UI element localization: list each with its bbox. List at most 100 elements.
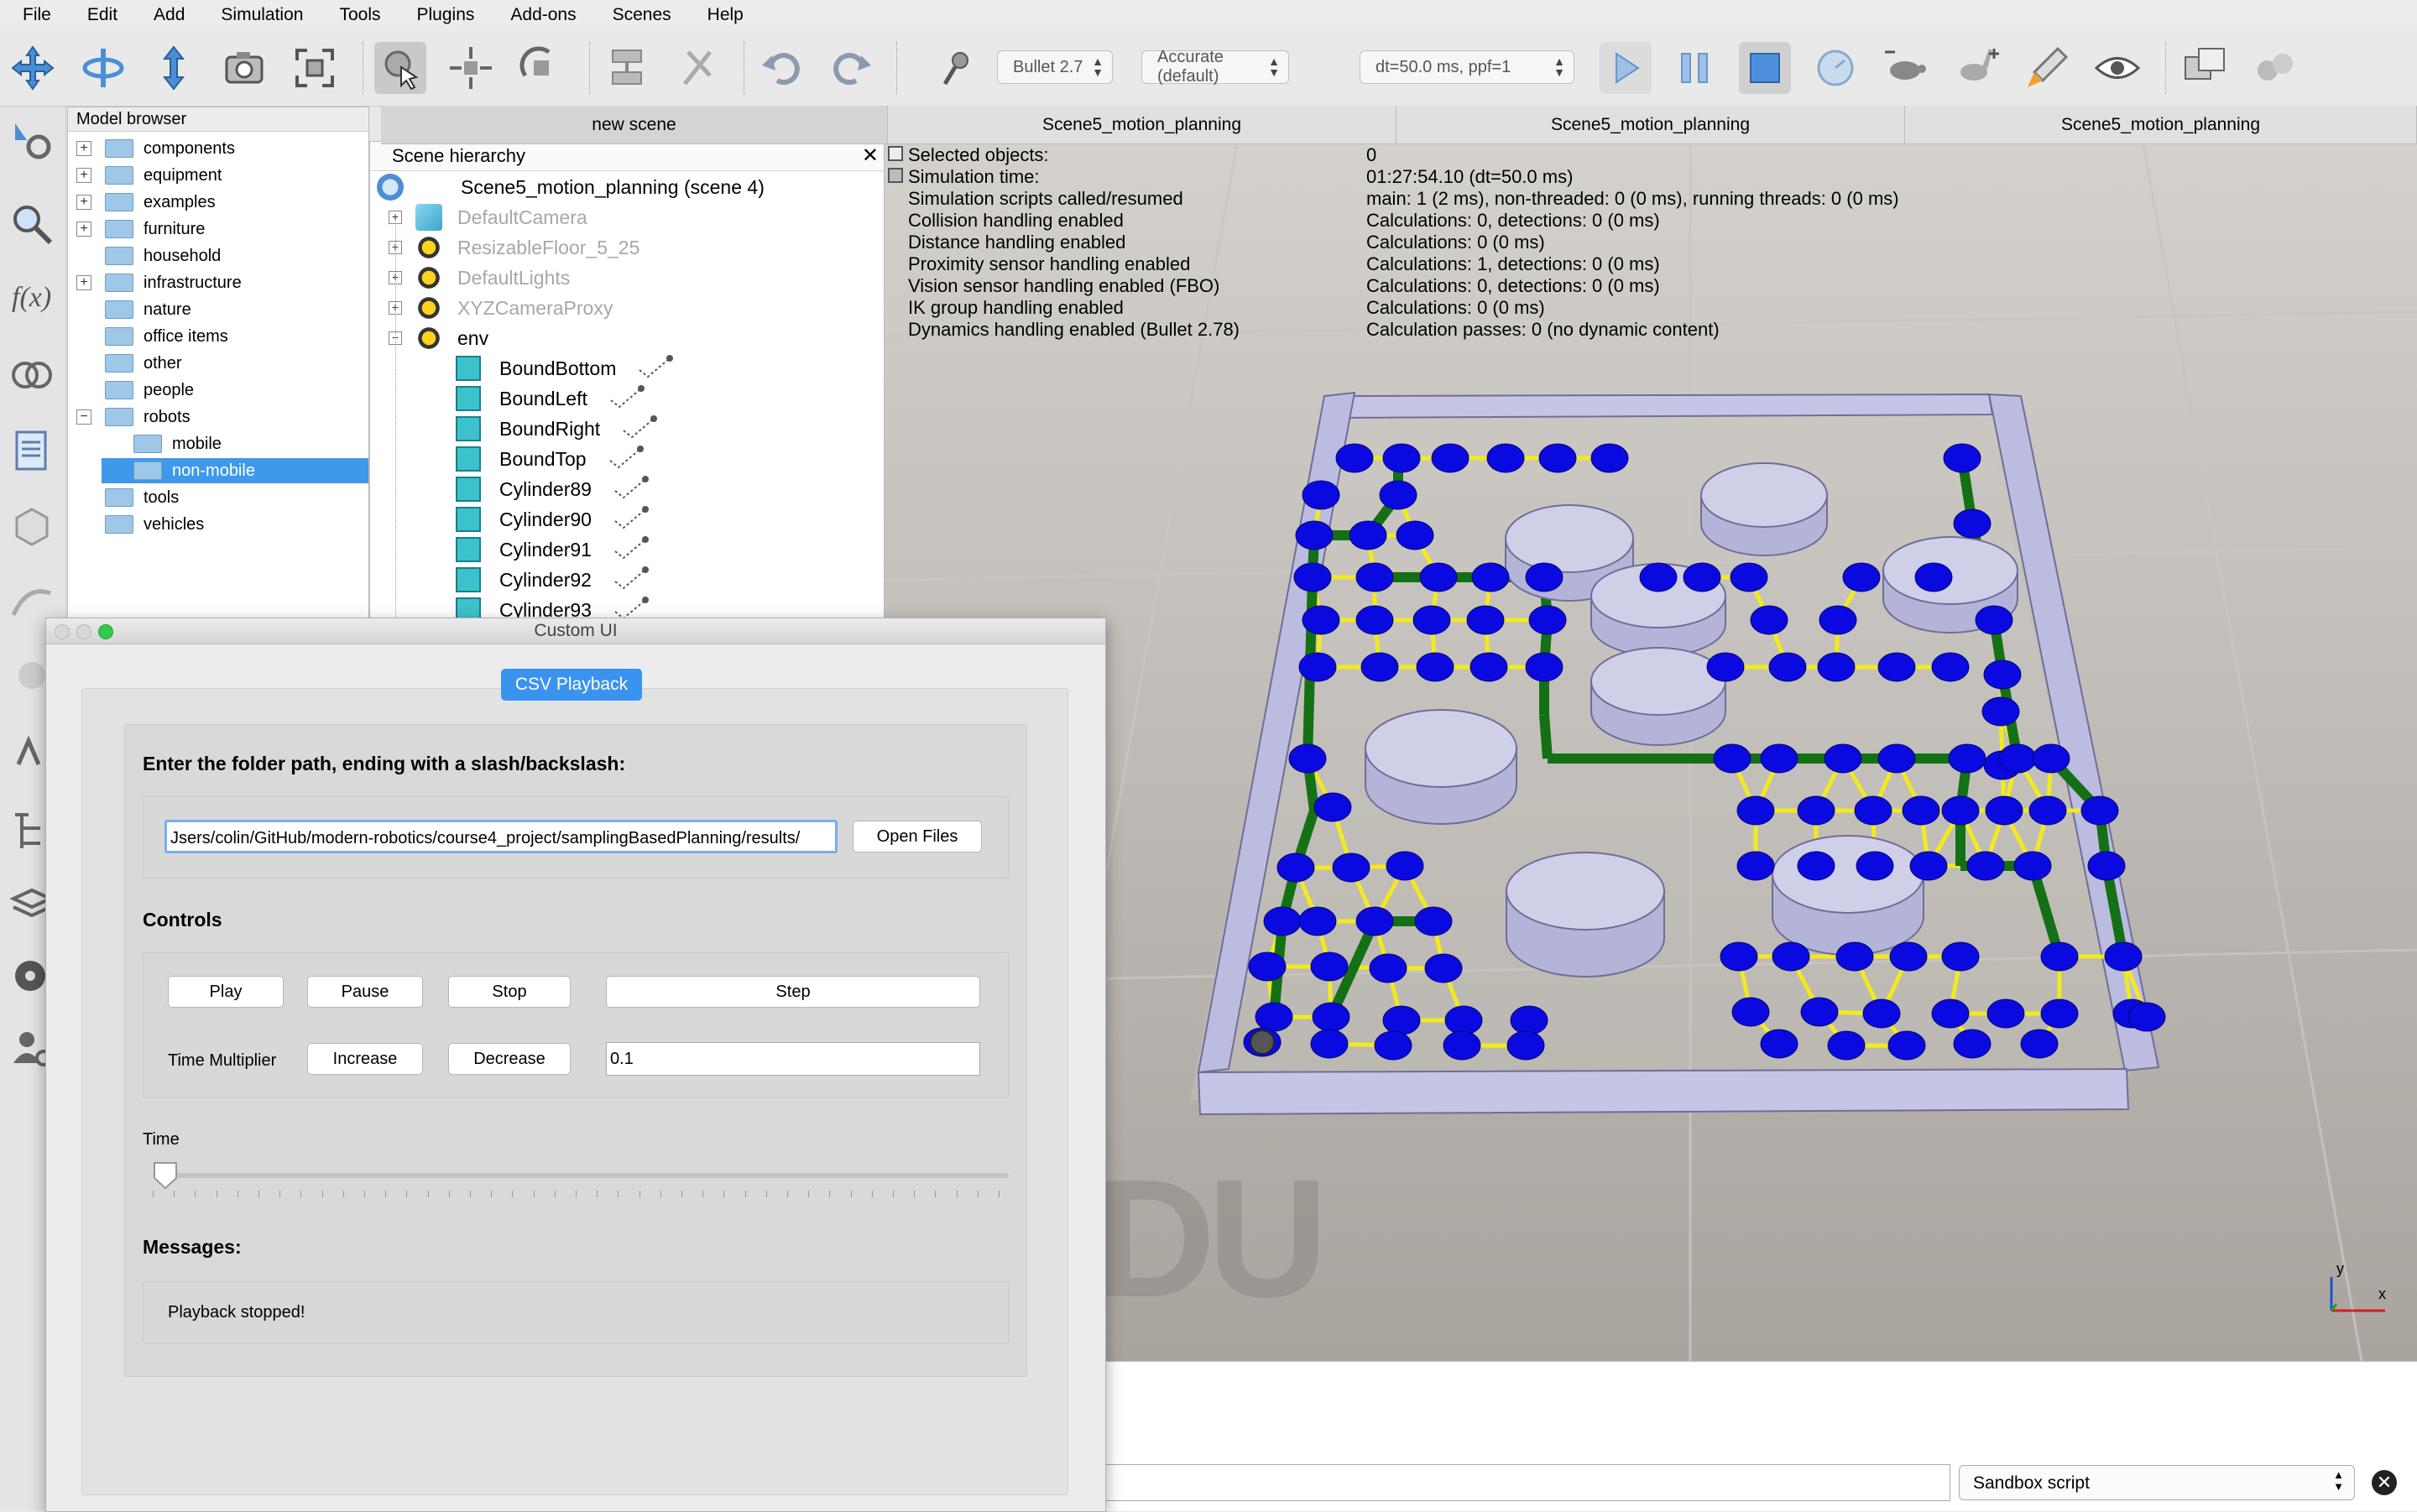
model-folder-nature[interactable]: nature — [76, 297, 368, 322]
pause-icon[interactable] — [1668, 42, 1720, 94]
minimize-window-icon[interactable] — [76, 624, 91, 639]
undo-icon[interactable] — [755, 42, 807, 94]
hierarchy-item[interactable]: BoundRight — [456, 414, 659, 444]
menu-item[interactable]: Edit — [87, 5, 117, 25]
hierarchy-item[interactable]: BoundTop — [456, 444, 645, 474]
hierarchy-item[interactable]: + XYZCameraProxy — [389, 293, 613, 323]
time-slider[interactable] — [153, 1162, 1009, 1190]
object-rotate-icon[interactable] — [515, 42, 567, 94]
page-selector-icon[interactable] — [2179, 42, 2231, 94]
expand-icon[interactable]: + — [76, 141, 91, 156]
hierarchy-item[interactable]: Cylinder90 — [456, 504, 650, 534]
scene-selector-icon[interactable] — [2249, 42, 2301, 94]
model-folder-household[interactable]: household — [76, 243, 368, 269]
simulation-settings-icon[interactable] — [7, 115, 57, 165]
hierarchy-item[interactable]: Cylinder89 — [456, 474, 650, 504]
object-property-icon[interactable] — [636, 353, 675, 383]
expand-icon[interactable]: + — [76, 222, 91, 237]
camera-pan-icon[interactable] — [7, 42, 59, 94]
model-folder-other[interactable]: other — [76, 351, 368, 376]
hierarchy-item[interactable]: Cylinder92 — [456, 565, 650, 595]
model-folder-office-items[interactable]: office items — [76, 324, 368, 349]
info-toggle-icon[interactable] — [888, 168, 903, 183]
model-folder-tools[interactable]: tools — [76, 485, 368, 510]
scene-tab[interactable]: Scene5_motion_planning — [888, 106, 1396, 144]
scene-root[interactable]: Scene5_motion_planning (scene 4) — [377, 172, 765, 202]
hierarchy-item[interactable]: + DefaultCamera — [389, 202, 587, 232]
slower-icon[interactable] — [1880, 42, 1932, 94]
camera-shift-icon[interactable] — [148, 42, 200, 94]
fit-view-icon[interactable] — [289, 42, 341, 94]
hierarchy-item[interactable]: + DefaultLights — [389, 263, 570, 293]
folder-path-input[interactable]: Jsers/colin/GitHub/modern-robotics/cours… — [164, 820, 838, 853]
model-folder-people[interactable]: people — [76, 378, 368, 403]
stop-button[interactable]: Stop — [448, 976, 571, 1008]
magnifier-icon[interactable] — [7, 199, 57, 249]
menu-item[interactable]: File — [23, 5, 51, 25]
menu-item[interactable]: Simulation — [221, 5, 303, 25]
start-icon[interactable] — [1600, 42, 1652, 94]
redo-icon[interactable] — [826, 42, 878, 94]
threaded-rendering-icon[interactable] — [2021, 42, 2073, 94]
model-folder-furniture[interactable]: + furniture — [76, 216, 368, 242]
model-folder-mobile[interactable]: mobile — [102, 431, 368, 456]
faster-icon[interactable] — [1950, 42, 2002, 94]
model-folder-vehicles[interactable]: vehicles — [76, 512, 368, 537]
model-folder-examples[interactable]: + examples — [76, 190, 368, 215]
object-property-icon[interactable] — [620, 414, 659, 444]
hierarchy-item[interactable]: Cylinder91 — [456, 534, 650, 565]
step-button[interactable]: Step — [606, 976, 980, 1008]
decrease-button[interactable]: Decrease — [448, 1043, 571, 1075]
expand-icon[interactable]: + — [76, 275, 91, 290]
menu-item[interactable]: Tools — [339, 5, 380, 25]
accuracy-select[interactable]: Accurate (default) ▲ ▼ — [1141, 48, 1289, 86]
model-folder-infrastructure[interactable]: + infrastructure — [76, 270, 368, 295]
pause-button[interactable]: Pause — [307, 976, 423, 1008]
click-select-icon[interactable] — [374, 42, 426, 94]
hierarchy-item[interactable]: − env — [389, 323, 488, 353]
object-property-icon[interactable] — [608, 383, 646, 414]
realtime-icon[interactable] — [1809, 42, 1861, 94]
menu-item[interactable]: Scenes — [613, 5, 671, 25]
csv-playback-tab[interactable]: CSV Playback — [501, 669, 642, 701]
object-property-icon[interactable] — [612, 474, 650, 504]
object-property-icon[interactable] — [607, 444, 645, 474]
assemble-icon[interactable] — [601, 42, 653, 94]
object-shift-icon[interactable] — [445, 42, 497, 94]
stop-icon[interactable] — [1739, 42, 1791, 94]
visualization-icon[interactable] — [2091, 42, 2143, 94]
time-multiplier-input[interactable]: 0.1 — [606, 1042, 980, 1076]
model-folder-robots[interactable]: − robots — [76, 404, 368, 430]
increase-button[interactable]: Increase — [307, 1043, 423, 1075]
physics-engine-select[interactable]: Bullet 2.7 ▲ ▼ — [997, 50, 1113, 84]
play-button[interactable]: Play — [168, 976, 284, 1008]
hierarchy-item[interactable]: BoundBottom — [456, 353, 675, 383]
timestep-select[interactable]: dt=50.0 ms, ppf=1 ▲ ▼ — [1360, 50, 1574, 84]
scene-tab[interactable]: new scene — [381, 106, 888, 144]
hierarchy-item[interactable]: BoundLeft — [456, 383, 646, 414]
camera-angle-icon[interactable] — [218, 42, 270, 94]
collections-icon[interactable] — [7, 350, 57, 400]
info-toggle-icon[interactable] — [888, 146, 903, 161]
object-property-icon[interactable] — [612, 504, 650, 534]
menu-item[interactable]: Plugins — [417, 5, 475, 25]
menu-item[interactable]: Add-ons — [510, 5, 576, 25]
shape-edit-icon[interactable] — [7, 501, 57, 551]
transfer-dna-icon[interactable] — [671, 42, 723, 94]
object-property-icon[interactable] — [612, 534, 650, 565]
model-folder-equipment[interactable]: + equipment — [76, 163, 368, 188]
collapse-icon[interactable]: − — [76, 409, 91, 425]
close-icon[interactable]: ✕ — [862, 143, 879, 168]
calculation-modules-icon[interactable]: f(x) — [7, 271, 57, 321]
expand-icon[interactable]: + — [76, 168, 91, 183]
close-window-icon[interactable] — [55, 624, 70, 639]
object-property-icon[interactable] — [612, 565, 650, 595]
model-folder-components[interactable]: + components — [76, 136, 368, 161]
scene-tab[interactable]: Scene5_motion_planning — [1396, 106, 1905, 144]
expand-icon[interactable]: + — [76, 195, 91, 210]
scripts-icon[interactable] — [7, 425, 57, 476]
dynamics-icon[interactable] — [932, 42, 984, 94]
clear-console-icon[interactable]: ✕ — [2372, 1470, 2397, 1495]
maximize-window-icon[interactable] — [98, 624, 113, 639]
open-files-button[interactable]: Open Files — [853, 821, 982, 852]
